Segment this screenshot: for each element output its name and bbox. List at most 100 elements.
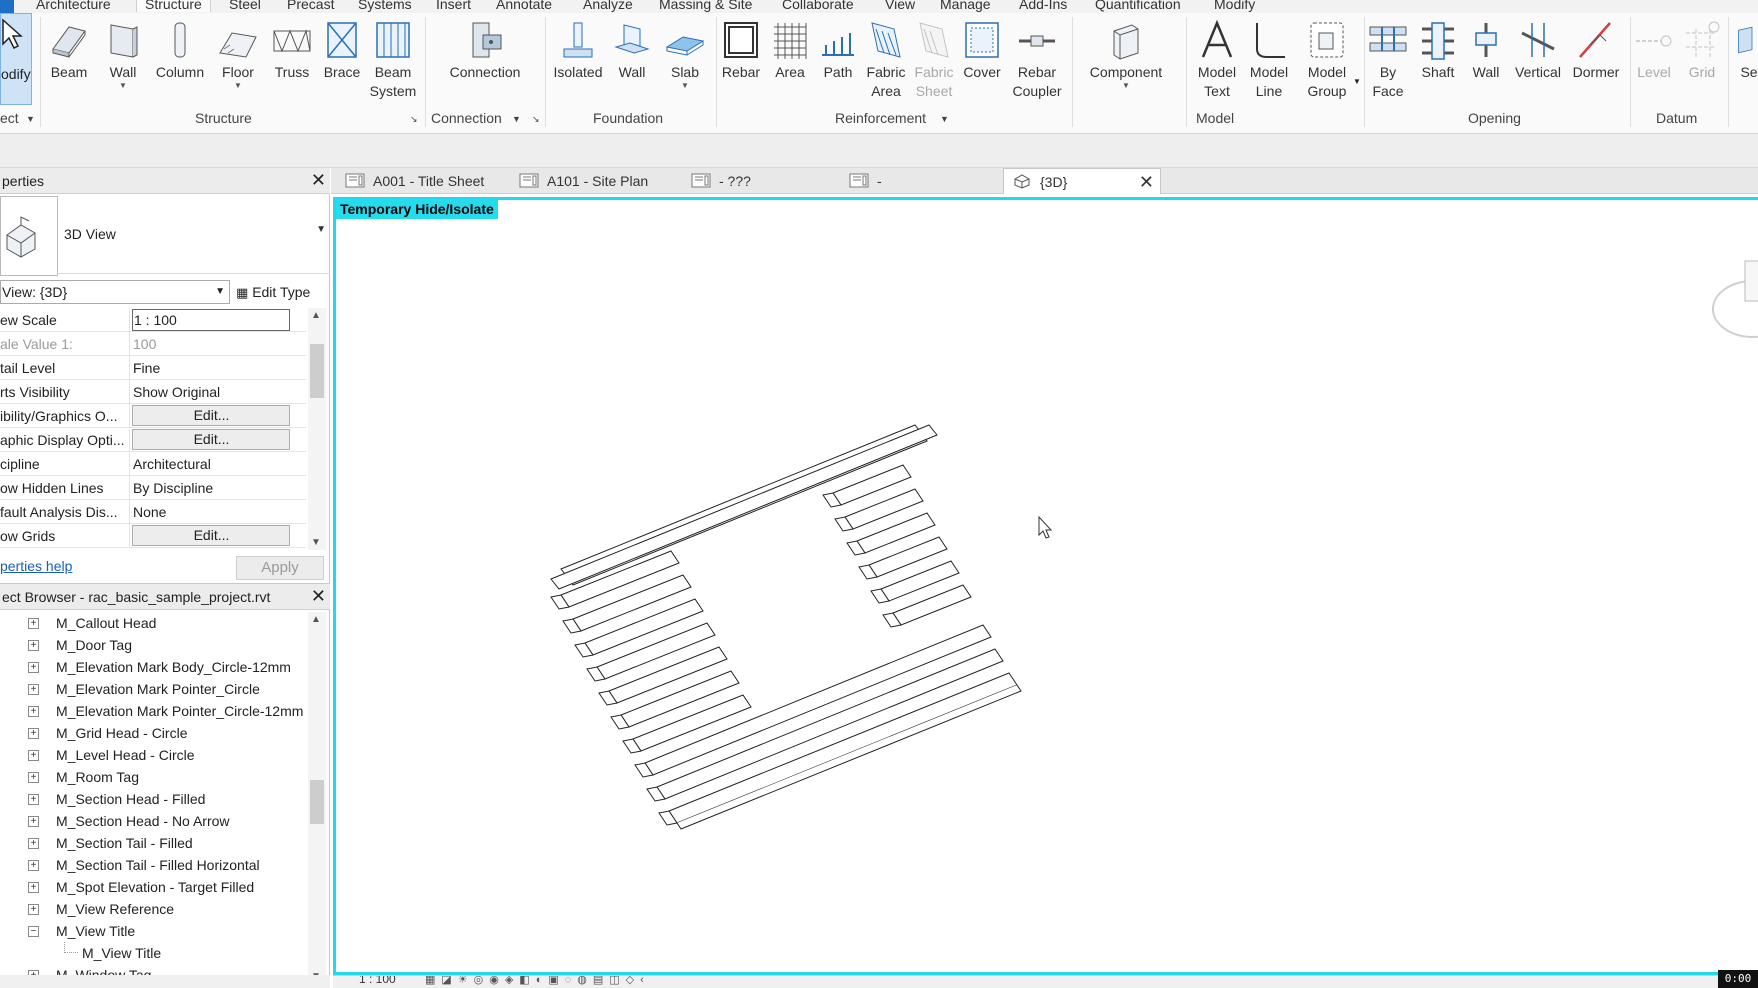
connection-dropdown-icon[interactable]: ▼ xyxy=(512,114,521,124)
instance-filter-dropdown[interactable]: View: {3D} ▼ xyxy=(0,280,230,304)
tab-precast[interactable]: Precast xyxy=(287,0,334,12)
tab-unnamed-sheet[interactable]: - ??? xyxy=(683,168,751,194)
view-scale-control[interactable]: 1 : 100 xyxy=(359,976,396,986)
tree-item[interactable]: + M_Grid Head - Circle xyxy=(0,722,308,744)
show-hidden-lines-field[interactable]: By Discipline xyxy=(132,476,290,500)
connection-button[interactable]: Connection xyxy=(440,19,530,82)
tab-modify[interactable]: Modify xyxy=(1214,0,1255,12)
path-reinforcement-button[interactable]: Path xyxy=(818,19,858,82)
scroll-up-icon[interactable]: ▲ xyxy=(311,310,321,321)
tree-item[interactable]: + M_Room Tag xyxy=(0,766,308,788)
truss-button[interactable]: Truss xyxy=(270,19,314,82)
tab-manage[interactable]: Manage xyxy=(940,0,991,12)
beam-system-button[interactable]: Beam System xyxy=(368,19,418,101)
wall-opening-button[interactable]: Wall xyxy=(1466,19,1506,82)
expand-icon[interactable]: + xyxy=(28,640,39,651)
tree-item[interactable]: + M_Door Tag xyxy=(0,634,308,656)
tree-item[interactable]: + M_Elevation Mark Body_Circle-12mm xyxy=(0,656,308,678)
parts-visibility-field[interactable]: Show Original xyxy=(132,380,290,404)
connection-panel-launcher-icon[interactable]: ↘ xyxy=(532,114,540,125)
model-text-button[interactable]: Model Text xyxy=(1192,19,1242,101)
tree-item[interactable]: − M_View Title xyxy=(0,920,308,942)
select-dropdown-icon[interactable]: ▼ xyxy=(26,114,35,124)
fabric-area-button[interactable]: Fabric Area xyxy=(864,19,908,101)
tab-a101-site-plan[interactable]: A101 - Site Plan xyxy=(511,168,648,194)
tree-item[interactable]: + M_Elevation Mark Pointer_Circle xyxy=(0,678,308,700)
close-icon[interactable]: ✕ xyxy=(311,586,326,606)
tab-3d-view[interactable]: {3D} ✕ xyxy=(1003,168,1161,194)
fabric-sheet-button[interactable]: Fabric Sheet xyxy=(912,19,956,101)
rebar-coupler-button[interactable]: Rebar Coupler xyxy=(1008,19,1066,101)
discipline-field[interactable]: Architectural xyxy=(132,452,290,476)
tree-item[interactable]: + M_Callout Head xyxy=(0,612,308,634)
wall-button[interactable]: Wall ▼ xyxy=(100,19,146,90)
tree-item[interactable]: + M_Elevation Mark Pointer_Circle-12mm xyxy=(0,700,308,722)
tab-add-ins[interactable]: Add-Ins xyxy=(1019,0,1067,12)
model-line-button[interactable]: Model Line xyxy=(1244,19,1294,101)
grid-button[interactable]: Grid xyxy=(1682,19,1722,82)
floor-button[interactable]: Floor ▼ xyxy=(214,19,262,90)
tree-item[interactable]: + M_Section Tail - Filled Horizontal xyxy=(0,854,308,876)
tree-item[interactable]: + M_Level Head - Circle xyxy=(0,744,308,766)
visibility-graphics-edit-button[interactable]: Edit... xyxy=(132,405,290,426)
shaft-opening-button[interactable]: Shaft xyxy=(1414,19,1462,82)
tab-a001-title-sheet[interactable]: A001 - Title Sheet xyxy=(337,168,484,194)
scroll-down-icon[interactable]: ▼ xyxy=(311,537,321,548)
expand-icon[interactable]: + xyxy=(28,838,39,849)
expand-icon[interactable]: + xyxy=(28,684,39,695)
tab-quantification[interactable]: Quantification xyxy=(1095,0,1181,12)
tab-collaborate[interactable]: Collaborate xyxy=(782,0,854,12)
scroll-thumb[interactable] xyxy=(310,780,324,824)
expand-icon[interactable]: + xyxy=(28,882,39,893)
tab-steel[interactable]: Steel xyxy=(229,0,261,12)
slab-foundation-button[interactable]: Slab ▼ xyxy=(662,19,708,90)
column-button[interactable]: Column xyxy=(152,19,208,82)
tab-architecture[interactable]: Architecture xyxy=(36,0,111,12)
expand-icon[interactable]: + xyxy=(28,816,39,827)
tree-item[interactable]: + M_Spot Elevation - Target Filled xyxy=(0,876,308,898)
expand-icon[interactable]: + xyxy=(28,860,39,871)
expand-icon[interactable]: + xyxy=(28,706,39,717)
tab-blank-sheet[interactable]: - xyxy=(841,168,882,194)
view-control-icons[interactable]: ▦◪☀◎◉◈◧◐▣◌◍▤◫◇‹ xyxy=(425,976,650,986)
tab-massing-site[interactable]: Massing & Site xyxy=(659,0,752,12)
show-grids-edit-button[interactable]: Edit... xyxy=(132,525,290,546)
opening-by-face-button[interactable]: By Face xyxy=(1368,19,1408,101)
collapse-icon[interactable]: − xyxy=(28,926,39,937)
graphic-display-edit-button[interactable]: Edit... xyxy=(132,429,290,450)
tab-analyze[interactable]: Analyze xyxy=(583,0,633,12)
type-selector[interactable]: 3D View ▼ xyxy=(0,196,330,276)
scroll-thumb[interactable] xyxy=(310,344,324,398)
file-tab[interactable] xyxy=(0,0,14,13)
close-icon[interactable]: ✕ xyxy=(1139,169,1154,195)
rebar-button[interactable]: Rebar xyxy=(720,19,762,82)
expand-icon[interactable]: + xyxy=(28,750,39,761)
floor-dropdown-icon[interactable]: ▼ xyxy=(214,82,262,90)
modify-button[interactable]: odify xyxy=(0,13,32,105)
tab-view[interactable]: View xyxy=(885,0,915,12)
tab-structure[interactable]: Structure xyxy=(136,0,211,12)
expand-icon[interactable]: + xyxy=(28,662,39,673)
brace-button[interactable]: Brace xyxy=(320,19,364,82)
set-workplane-button[interactable]: Se xyxy=(1734,19,1758,82)
model-group-button[interactable]: Model Group xyxy=(1298,19,1356,101)
component-button[interactable]: Component ▼ xyxy=(1082,19,1170,90)
browser-scrollbar[interactable]: ▲ ▼ xyxy=(308,612,326,984)
wall-foundation-button[interactable]: Wall xyxy=(612,19,652,82)
beam-button[interactable]: Beam xyxy=(46,19,92,82)
dormer-opening-button[interactable]: Dormer xyxy=(1568,19,1624,82)
model-group-dropdown-icon[interactable]: ▼ xyxy=(1353,77,1361,86)
reinforcement-dropdown-icon[interactable]: ▼ xyxy=(940,114,949,124)
expand-icon[interactable]: + xyxy=(28,728,39,739)
tab-annotate[interactable]: Annotate xyxy=(496,0,552,12)
view-scale-field[interactable]: 1 : 100 xyxy=(132,309,290,331)
tab-systems[interactable]: Systems xyxy=(358,0,412,12)
tree-item[interactable]: + M_View Reference xyxy=(0,898,308,920)
scroll-up-icon[interactable]: ▲ xyxy=(311,614,321,625)
tree-item-child[interactable]: M_View Title xyxy=(0,942,308,964)
properties-scrollbar[interactable]: ▲ ▼ xyxy=(308,308,326,550)
tree-item[interactable]: + M_Section Tail - Filled xyxy=(0,832,308,854)
tab-insert[interactable]: Insert xyxy=(436,0,471,12)
expand-icon[interactable]: + xyxy=(28,794,39,805)
slab-dropdown-icon[interactable]: ▼ xyxy=(662,82,708,90)
